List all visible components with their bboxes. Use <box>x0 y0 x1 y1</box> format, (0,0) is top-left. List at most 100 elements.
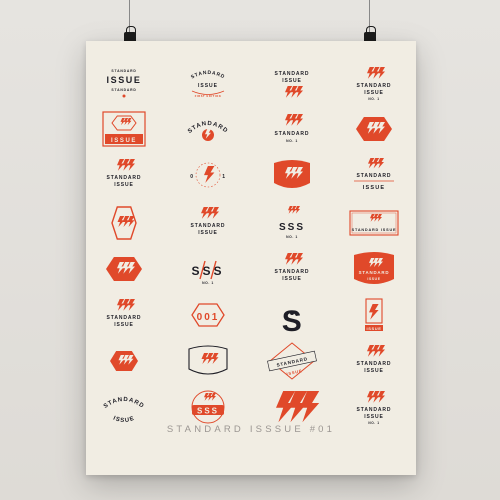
svg-text:ISSUE: ISSUE <box>112 416 136 425</box>
svg-text:STANDARD: STANDARD <box>357 407 392 413</box>
svg-text:1: 1 <box>222 174 225 180</box>
logo-bolts-text-r6c3: STANDARD ISSUE <box>344 341 404 381</box>
logo-mark: STANDARDISSUE <box>191 207 226 236</box>
logo-bolts-text-r5c0: STANDARD ISSUE <box>94 295 154 335</box>
logo-hex-solid-sm-r6c0 <box>94 341 154 381</box>
svg-text:ISSUE: ISSUE <box>282 78 302 84</box>
svg-text:STANDARD: STANDARD <box>275 131 310 137</box>
svg-text:ISSUE: ISSUE <box>111 138 137 144</box>
svg-text:S: S <box>282 305 303 338</box>
logo-mark: ISSUE <box>102 111 146 147</box>
logo-mark: STANDARDISSUE <box>357 345 392 374</box>
logo-bolts-text-r2c0: STANDARD ISSUE <box>94 155 154 195</box>
logo-mark: STANDARD ISSUE <box>354 252 394 284</box>
svg-text:NO. 1: NO. 1 <box>286 235 298 239</box>
logo-mark: STANDARDISSUE <box>267 342 317 380</box>
svg-text:SSS: SSS <box>191 264 224 278</box>
logo-hex-outline-r5c1: 001 <box>178 295 238 335</box>
logo-mark: STANDARD ISSUE <box>354 158 394 191</box>
svg-text:NO. 1: NO. 1 <box>368 97 379 101</box>
logo-big-bolts-r7c2 <box>262 387 322 427</box>
logo-mark: STANDARD ISSUE <box>103 397 145 425</box>
logo-mark: ISSUE <box>365 298 383 331</box>
logo-mark <box>188 345 228 375</box>
svg-text:STANDARD: STANDARD <box>111 69 136 73</box>
svg-text:STANDARD: STANDARD <box>359 270 390 275</box>
logo-bolts-text-r7c3: STANDARD ISSUE NO. 1 <box>344 387 404 427</box>
logo-mark: STANDARDISSUE <box>275 71 310 98</box>
logo-mark <box>106 257 142 281</box>
logo-mark: S <box>282 305 303 338</box>
svg-text:STANDARD: STANDARD <box>357 361 392 367</box>
logo-mark <box>356 117 392 141</box>
logo-mark: STANDARD ISSUE <box>349 210 399 236</box>
logo-mark: STANDARD ISSUE STANDARD <box>106 69 141 98</box>
svg-text:ISSUE: ISSUE <box>114 182 134 188</box>
logo-big-s-r5c2: S <box>262 295 322 338</box>
logo-arch-r0c1: STANDARD ISSUE FIRST EDITION <box>178 63 238 103</box>
logo-badge-sss-r7c1: SSS <box>178 387 238 427</box>
logo-round-text-r2c3: STANDARD ISSUE <box>344 155 404 195</box>
logo-diamond-band-r6c2: STANDARD ISSUE <box>262 341 322 381</box>
logo-bolts-small-r1c2: STANDARD NO. 1 <box>262 109 322 149</box>
logo-bolt-ring-r2c1: 01 <box>178 155 238 195</box>
poster-footer: STANDARD ISSSUE #01 <box>166 424 336 435</box>
svg-text:SSS: SSS <box>279 222 305 233</box>
svg-text:STANDARD: STANDARD <box>275 269 310 275</box>
logo-mark: STANDARDISSUE <box>107 159 142 188</box>
svg-text:STANDARD: STANDARD <box>275 71 310 77</box>
logo-stack-bolts-r0c2: STANDARD ISSUE <box>262 63 322 103</box>
svg-text:STANDARD: STANDARD <box>107 175 142 181</box>
logo-mark: STANDARDISSUENO. 1 <box>357 391 392 425</box>
svg-text:FIRST EDITION: FIRST EDITION <box>195 94 222 98</box>
logo-hex-frame-r1c0: ISSUE <box>94 109 154 149</box>
logo-stack-r0c0: STANDARD ISSUE STANDARD <box>94 63 154 103</box>
logo-mark: SSS NO. 1 <box>279 206 305 239</box>
svg-text:ISSUE: ISSUE <box>198 230 218 236</box>
logo-bolts-text-r3c1: STANDARD ISSUE <box>178 203 238 243</box>
svg-text:STANDARD: STANDARD <box>111 88 136 92</box>
logo-mark <box>274 160 310 188</box>
svg-text:ISSUE: ISSUE <box>198 83 218 89</box>
logo-mark: STANDARDISSUE <box>107 299 141 328</box>
logo-bolts-text-r4c2: STANDARD ISSUE <box>262 249 322 289</box>
svg-text:ISSUE: ISSUE <box>363 185 386 191</box>
svg-text:NO. 1: NO. 1 <box>286 139 298 143</box>
logo-hex-bolts-r3c0 <box>94 203 154 243</box>
svg-text:ISSUE: ISSUE <box>364 368 384 374</box>
logo-hex-solid-r4c0 <box>94 249 154 289</box>
logo-mark: STANDARDISSUE <box>275 253 310 282</box>
svg-text:ISSUE: ISSUE <box>114 322 134 328</box>
svg-text:STANDARD: STANDARD <box>357 83 392 89</box>
logo-mark: SSS <box>191 390 225 424</box>
logo-arc-bolt-r1c1: STANDARD <box>178 109 238 149</box>
svg-text:STANDARD: STANDARD <box>357 173 392 179</box>
logo-mark <box>111 206 137 240</box>
logo-badge-solid-r2c2 <box>262 155 322 195</box>
poster: STANDARD ISSUE STANDARD STANDARD ISSUE FIRST … <box>86 41 416 475</box>
logo-bolt-box-r5c3: ISSUE <box>344 295 404 335</box>
svg-text:SSS: SSS <box>197 407 219 416</box>
svg-text:STANDARD ISSUE: STANDARD ISSUE <box>352 228 397 232</box>
svg-text:ISSUE: ISSUE <box>282 276 302 282</box>
logo-mark: 01 <box>190 162 225 188</box>
svg-text:STANDARD: STANDARD <box>191 223 226 229</box>
svg-text:ISSUE: ISSUE <box>364 90 384 96</box>
logo-sss-r3c2: SSS NO. 1 <box>262 203 322 243</box>
svg-text:ISSUE: ISSUE <box>106 75 141 85</box>
logo-mark: SSS NO. 1 <box>191 260 224 285</box>
logo-mark: STANDARD <box>187 121 228 141</box>
logo-sss-slash-r4c1: SSS NO. 1 <box>178 249 238 289</box>
svg-text:ISSUE: ISSUE <box>367 277 380 281</box>
svg-text:STANDARD: STANDARD <box>103 397 145 410</box>
logo-mark <box>110 351 138 371</box>
svg-text:0: 0 <box>190 174 193 180</box>
logo-mark: STANDARDISSUENO. 1 <box>357 67 392 101</box>
logo-mark: STANDARD NO. 1 <box>275 114 310 143</box>
logo-badge-outline-r6c1 <box>178 341 238 381</box>
svg-text:ISSUE: ISSUE <box>366 326 381 331</box>
logo-mark: STANDARD ISSUE FIRST EDITION <box>190 70 226 98</box>
logo-rect-frame-r3c3: STANDARD ISSUE <box>344 203 404 243</box>
logo-mark: 001 <box>191 303 225 327</box>
svg-text:STANDARD: STANDARD <box>190 70 226 81</box>
